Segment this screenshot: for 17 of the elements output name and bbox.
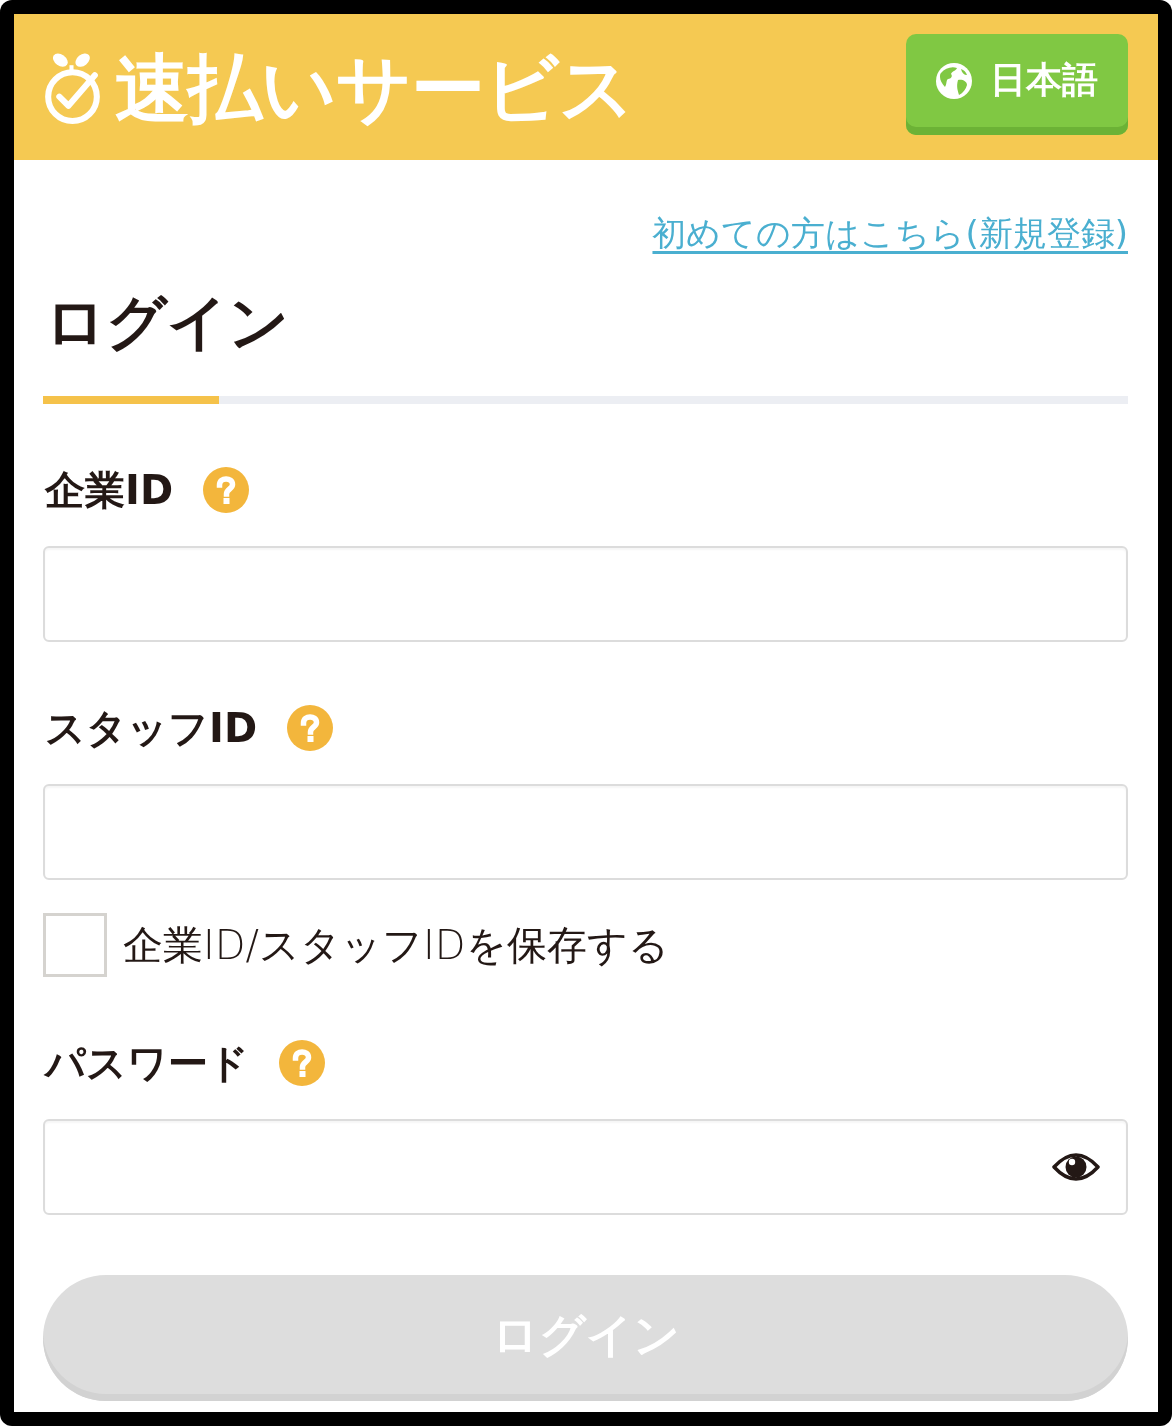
field-label: スタッフID: [45, 707, 258, 748]
checkbox-label: 企業ID/スタッフIDを保存する: [123, 922, 669, 967]
globe-icon: [936, 62, 972, 99]
help-icon[interactable]: [203, 466, 250, 513]
page-heading: ログイン: [45, 288, 289, 355]
help-icon[interactable]: [287, 704, 334, 751]
password-field[interactable]: [43, 1118, 1128, 1215]
checkbox[interactable]: [43, 912, 107, 977]
service-title: 速払いサービス: [115, 50, 634, 125]
field-label: パスワード: [45, 1042, 249, 1083]
input-field[interactable]: [43, 545, 1128, 642]
register-link[interactable]: 初めての方はこちら(新規登録): [652, 213, 1128, 254]
stopwatch-check-icon: [42, 51, 103, 124]
field-label: 企業ID: [45, 469, 174, 510]
language-button[interactable]: 日本語: [906, 34, 1128, 135]
input-field[interactable]: [43, 783, 1128, 880]
help-icon[interactable]: [279, 1039, 325, 1086]
